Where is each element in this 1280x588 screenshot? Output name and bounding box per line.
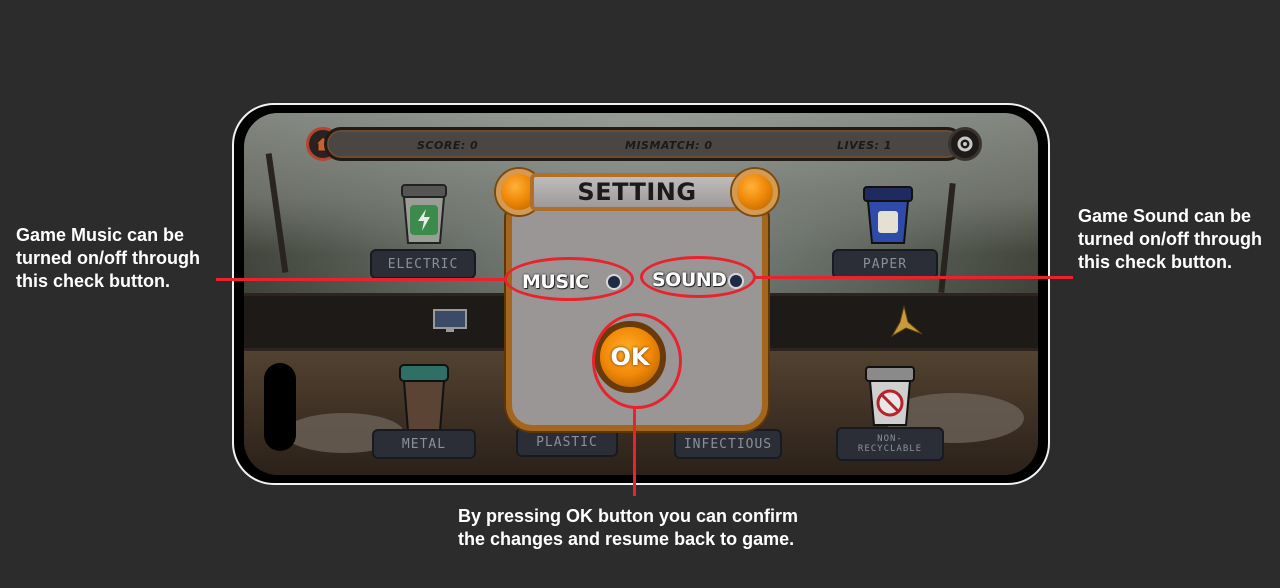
electric-bin[interactable] bbox=[394, 183, 454, 250]
settings-button[interactable] bbox=[948, 127, 982, 161]
metal-bin-icon bbox=[399, 364, 449, 432]
ok-highlight bbox=[592, 313, 682, 409]
monitor-item-icon bbox=[433, 309, 467, 332]
game-screen: SCORE: 0 MISMATCH: 0 LIVES: 1 ELECTRIC P… bbox=[244, 113, 1038, 475]
phone-notch bbox=[264, 363, 296, 451]
sound-annotation: Game Sound can be turned on/off through … bbox=[1078, 206, 1262, 272]
bin-label-metal: METAL bbox=[372, 429, 476, 459]
ok-connector bbox=[633, 408, 636, 496]
gear-icon bbox=[957, 136, 973, 152]
non-recyclable-bin[interactable] bbox=[860, 365, 920, 432]
metal-bin[interactable] bbox=[394, 363, 454, 438]
hud-bar: SCORE: 0 MISMATCH: 0 LIVES: 1 bbox=[324, 127, 964, 161]
paper-bin-icon bbox=[863, 186, 913, 244]
score-display: SCORE: 0 bbox=[417, 139, 479, 152]
settings-title: SETTING bbox=[530, 173, 744, 211]
electric-bin-icon bbox=[401, 184, 447, 244]
bin-label-plastic: PLASTIC bbox=[516, 427, 618, 457]
music-connector bbox=[216, 278, 505, 281]
settings-title-bar: SETTING bbox=[496, 169, 778, 215]
bin-label-non-recyclable: NON- RECYCLABLE bbox=[836, 427, 944, 461]
lives-display: LIVES: 1 bbox=[837, 139, 892, 152]
bin-label-infectious: INFECTIOUS bbox=[674, 429, 782, 459]
bin-label-electric: ELECTRIC bbox=[370, 249, 476, 279]
non-recyclable-bin-icon bbox=[865, 366, 915, 426]
phone-frame: SCORE: 0 MISMATCH: 0 LIVES: 1 ELECTRIC P… bbox=[232, 103, 1050, 485]
ok-annotation: By pressing OK button you can confirm th… bbox=[458, 506, 799, 549]
banana-peel-item-icon bbox=[890, 305, 923, 338]
orange-orb-icon bbox=[732, 169, 778, 215]
bin-label-paper: PAPER bbox=[832, 249, 938, 279]
music-highlight bbox=[504, 257, 634, 301]
mismatch-display: MISMATCH: 0 bbox=[625, 139, 713, 152]
paper-bin[interactable] bbox=[858, 185, 918, 250]
sound-connector bbox=[755, 276, 1073, 279]
sound-highlight bbox=[640, 256, 756, 298]
music-annotation: Game Music can be turned on/off through … bbox=[16, 225, 200, 291]
